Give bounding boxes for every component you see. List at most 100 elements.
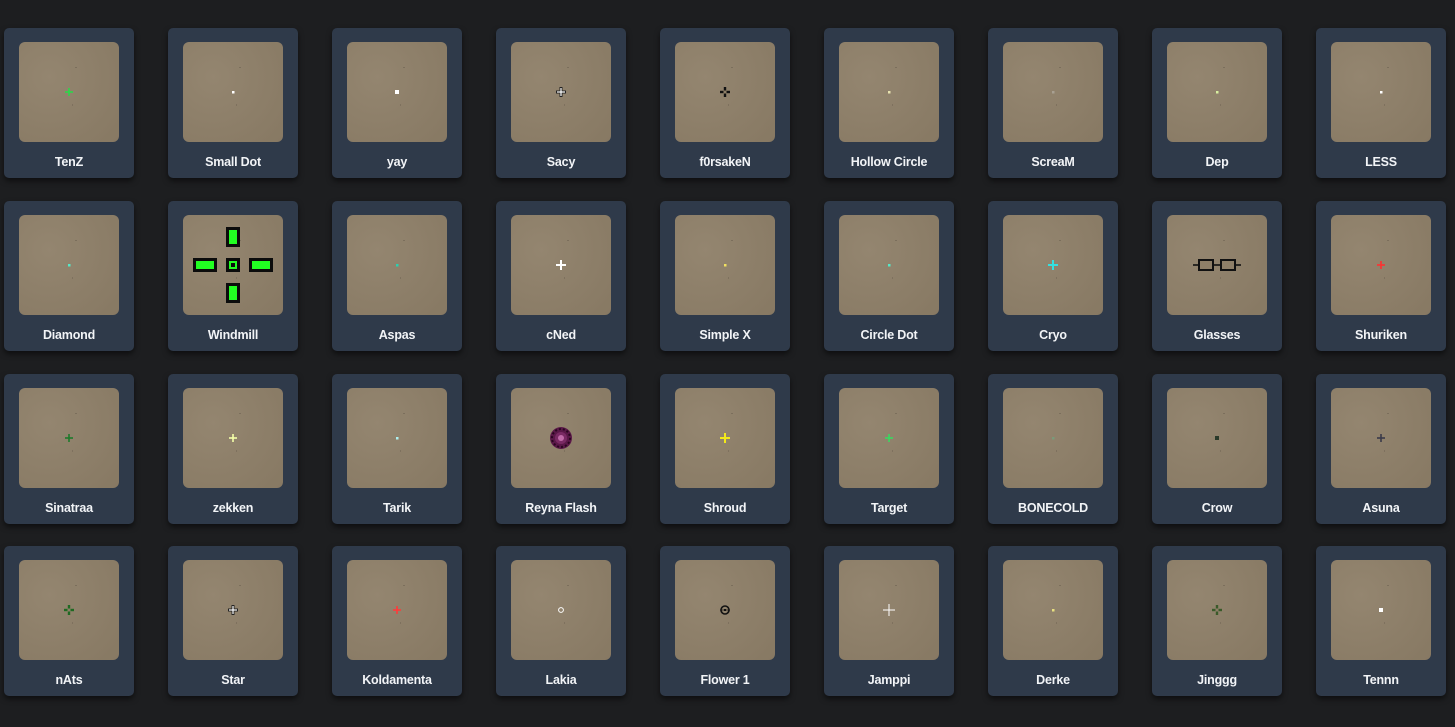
crosshair-card-yay[interactable]: yay	[332, 28, 462, 178]
crosshair-plus-small-icon	[229, 413, 241, 452]
crosshair-preview	[19, 42, 119, 142]
crosshair-card-f0rsaken[interactable]: f0rsakeN	[660, 28, 790, 178]
crosshair-card-circle-dot[interactable]: Circle Dot	[824, 201, 954, 351]
crosshair-preview	[1167, 560, 1267, 660]
crosshair-preview	[19, 215, 119, 315]
crosshair-dot-tiny-icon	[1052, 413, 1061, 452]
crosshair-preview	[839, 42, 939, 142]
crosshair-card-shuriken[interactable]: Shuriken	[1316, 201, 1446, 351]
crosshair-preview	[1167, 42, 1267, 142]
crosshair-name: zekken	[212, 501, 254, 515]
crosshair-preview	[1331, 42, 1431, 142]
crosshair-preview	[1331, 560, 1431, 660]
crosshair-card-zekken[interactable]: zekken	[168, 374, 298, 524]
crosshair-ring-tiny-icon	[558, 585, 569, 624]
crosshair-dot-tiny-icon	[1380, 67, 1389, 106]
crosshair-card-reyna-flash[interactable]: Reyna Flash	[496, 374, 626, 524]
crosshair-preview	[1167, 388, 1267, 488]
crosshair-dot-tiny-icon	[1216, 67, 1225, 106]
crosshair-card-simple-x[interactable]: Simple X	[660, 201, 790, 351]
crosshair-preview	[511, 388, 611, 488]
crosshair-dot-tiny-icon	[888, 240, 897, 279]
crosshair-card-koldamenta[interactable]: Koldamenta	[332, 546, 462, 696]
crosshair-name: nAts	[55, 673, 83, 687]
crosshair-card-tennn[interactable]: Tennn	[1316, 546, 1446, 696]
crosshair-plus-outline-icon	[228, 585, 241, 624]
crosshair-preview	[839, 388, 939, 488]
crosshair-name: ScreaM	[1031, 155, 1075, 169]
crosshair-plus-outline-icon	[556, 67, 569, 106]
crosshair-grid: TenZ Small Dot yay Sacy f0rsakeN Hollow …	[0, 0, 1455, 727]
crosshair-preview	[1331, 388, 1431, 488]
crosshair-card-lakia[interactable]: Lakia	[496, 546, 626, 696]
crosshair-plus-small-icon	[1377, 413, 1389, 452]
crosshair-preview	[675, 42, 775, 142]
crosshair-name: Cryo	[1039, 328, 1067, 342]
crosshair-card-aspas[interactable]: Aspas	[332, 201, 462, 351]
crosshair-plus-dark-icon	[720, 67, 733, 106]
crosshair-dot-tiny-icon	[68, 240, 77, 279]
crosshair-preview	[1003, 215, 1103, 315]
crosshair-flower-icon	[720, 585, 733, 624]
crosshair-card-cryo[interactable]: Cryo	[988, 201, 1118, 351]
crosshair-dot-tiny-icon	[724, 240, 733, 279]
crosshair-card-derke[interactable]: Derke	[988, 546, 1118, 696]
crosshair-name: Shroud	[703, 501, 747, 515]
crosshair-name: Glasses	[1193, 328, 1241, 342]
crosshair-name: LESS	[1365, 155, 1397, 169]
crosshair-preview	[19, 560, 119, 660]
crosshair-plus-small-icon	[393, 585, 405, 624]
crosshair-card-star[interactable]: Star	[168, 546, 298, 696]
crosshair-name: Simple X	[699, 328, 751, 342]
crosshair-card-jinggg[interactable]: Jinggg	[1152, 546, 1282, 696]
crosshair-dot-icon	[395, 67, 405, 106]
crosshair-card-glasses[interactable]: Glasses	[1152, 201, 1282, 351]
crosshair-card-jamppi[interactable]: Jamppi	[824, 546, 954, 696]
crosshair-name: Tennn	[1363, 673, 1399, 687]
crosshair-card-small-dot[interactable]: Small Dot	[168, 28, 298, 178]
crosshair-name: Tarik	[383, 501, 411, 515]
crosshair-name: Jinggg	[1197, 673, 1237, 687]
crosshair-card-bonecold[interactable]: BONECOLD	[988, 374, 1118, 524]
crosshair-name: Shuriken	[1355, 328, 1407, 342]
crosshair-dot-tiny-icon	[1052, 585, 1061, 624]
crosshair-card-dep[interactable]: Dep	[1152, 28, 1282, 178]
crosshair-card-target[interactable]: Target	[824, 374, 954, 524]
crosshair-preview	[675, 388, 775, 488]
crosshair-card-flower-1[interactable]: Flower 1	[660, 546, 790, 696]
crosshair-card-tenz[interactable]: TenZ	[4, 28, 134, 178]
crosshair-card-asuna[interactable]: Asuna	[1316, 374, 1446, 524]
crosshair-card-less[interactable]: LESS	[1316, 28, 1446, 178]
crosshair-card-scream[interactable]: ScreaM	[988, 28, 1118, 178]
crosshair-preview	[183, 42, 283, 142]
crosshair-preview	[347, 388, 447, 488]
crosshair-card-shroud[interactable]: Shroud	[660, 374, 790, 524]
crosshair-name: f0rsakeN	[699, 155, 751, 169]
crosshair-card-sacy[interactable]: Sacy	[496, 28, 626, 178]
crosshair-card-diamond[interactable]: Diamond	[4, 201, 134, 351]
crosshair-card-cned[interactable]: cNed	[496, 201, 626, 351]
crosshair-preview	[1003, 388, 1103, 488]
crosshair-name: Koldamenta	[362, 673, 432, 687]
crosshair-name: Flower 1	[700, 673, 750, 687]
crosshair-name: Windmill	[207, 328, 259, 342]
crosshair-name: Star	[221, 673, 245, 687]
crosshair-card-windmill[interactable]: Windmill	[168, 201, 298, 351]
crosshair-card-nats[interactable]: nAts	[4, 546, 134, 696]
crosshair-name: Reyna Flash	[525, 501, 597, 515]
crosshair-card-hollow-circle[interactable]: Hollow Circle	[824, 28, 954, 178]
crosshair-card-crow[interactable]: Crow	[1152, 374, 1282, 524]
crosshair-glasses-icon	[1193, 240, 1241, 279]
crosshair-preview	[675, 560, 775, 660]
crosshair-card-sinatraa[interactable]: Sinatraa	[4, 374, 134, 524]
crosshair-preview	[183, 388, 283, 488]
crosshair-preview	[183, 215, 283, 315]
crosshair-plus-icon	[556, 240, 569, 279]
crosshair-plus-dark-icon	[1212, 585, 1225, 624]
crosshair-dot-tiny-icon	[888, 67, 897, 106]
crosshair-name: Hollow Circle	[850, 155, 928, 169]
crosshair-preview	[1167, 215, 1267, 315]
crosshair-preview	[511, 215, 611, 315]
crosshair-card-tarik[interactable]: Tarik	[332, 374, 462, 524]
crosshair-preview	[183, 560, 283, 660]
